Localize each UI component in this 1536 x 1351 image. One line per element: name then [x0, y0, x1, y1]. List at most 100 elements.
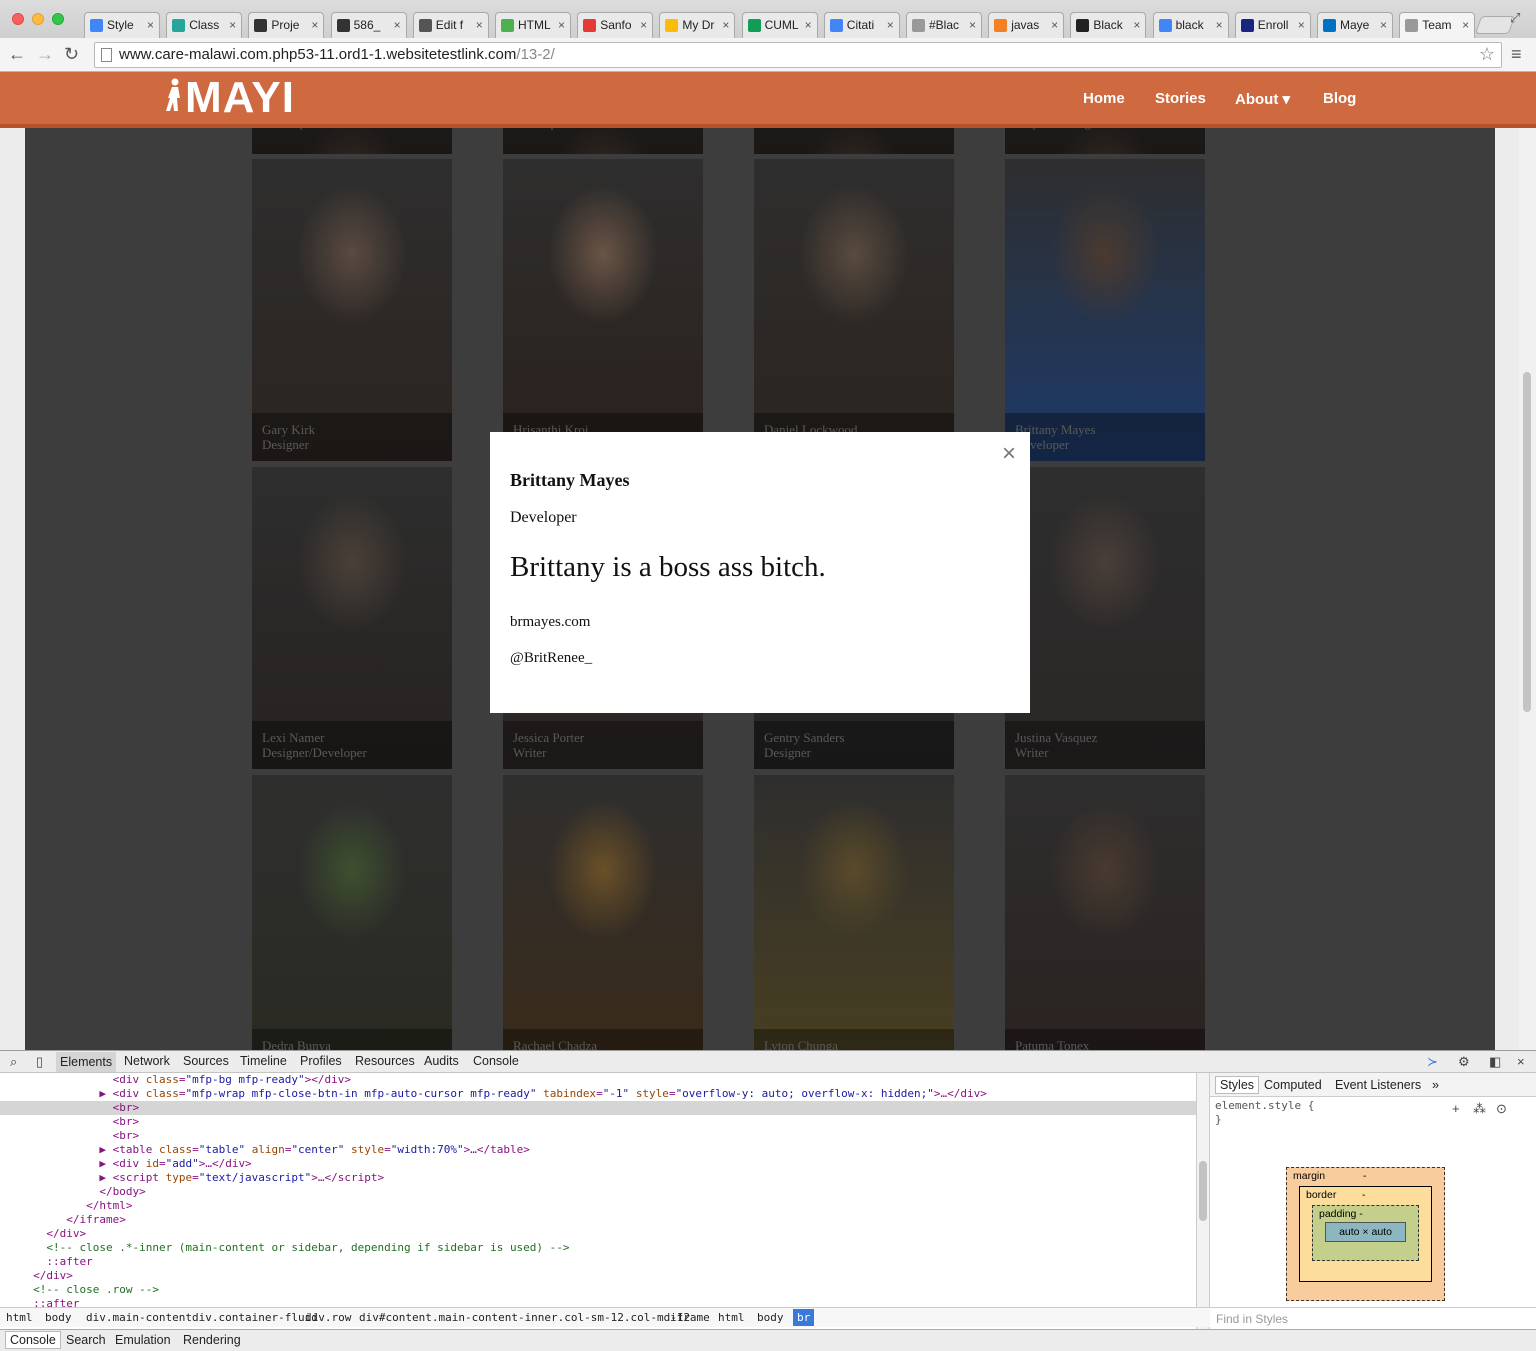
address-bar[interactable]: www.care-malawi.com.php53-11.ord1-1.webs… — [94, 42, 1502, 68]
team-card[interactable]: Justina Vasquez Writer — [1005, 467, 1205, 769]
team-card[interactable]: Lyton Chunga — [754, 775, 954, 1050]
modal-website-link[interactable]: brmayes.com — [510, 614, 1010, 631]
close-tab-icon[interactable]: × — [1133, 18, 1140, 32]
gear-icon[interactable]: ⚙ — [1458, 1054, 1470, 1070]
close-devtools-icon[interactable]: × — [1517, 1054, 1525, 1069]
breadcrumb-item[interactable]: html — [6, 1311, 33, 1324]
close-icon[interactable]: × — [1002, 440, 1016, 468]
find-in-styles-input[interactable]: Find in Styles — [1210, 1307, 1536, 1329]
dom-node[interactable]: ▶ <table class="table" align="center" st… — [0, 1143, 1196, 1157]
browser-tab[interactable]: Proje × — [248, 12, 325, 38]
dom-node[interactable]: </iframe> — [0, 1213, 1196, 1227]
close-tab-icon[interactable]: × — [1216, 18, 1223, 32]
close-tab-icon[interactable]: × — [1380, 18, 1387, 32]
team-card[interactable]: Dedra Bunya — [252, 775, 452, 1050]
nav-about[interactable]: About ▾ — [1235, 90, 1290, 108]
bookmark-star-icon[interactable]: ☆ — [1479, 44, 1495, 65]
nav-blog[interactable]: Blog — [1323, 90, 1356, 107]
dom-comment[interactable]: <!-- close .*-inner (main-content or sid… — [0, 1241, 1196, 1255]
tab-profiles[interactable]: Profiles — [300, 1054, 342, 1068]
zoom-window-button[interactable] — [52, 13, 64, 25]
drawer-tab-rendering[interactable]: Rendering — [183, 1333, 241, 1347]
breadcrumb-item[interactable]: div.main-content — [86, 1311, 192, 1324]
breadcrumb-item[interactable]: body — [757, 1311, 784, 1324]
console-drawer-icon[interactable]: ≻ — [1427, 1054, 1438, 1070]
browser-tab[interactable]: Sanfo × — [577, 12, 654, 38]
tab-network[interactable]: Network — [124, 1054, 170, 1068]
browser-tab[interactable]: Style × — [84, 12, 160, 38]
device-mode-icon[interactable]: ▯ — [36, 1054, 43, 1070]
tab-computed[interactable]: Computed — [1264, 1078, 1322, 1092]
tab-console[interactable]: Console — [473, 1054, 519, 1068]
dom-pseudo[interactable]: ::after — [0, 1255, 1196, 1269]
fullscreen-icon[interactable]: ⤢ — [1510, 10, 1520, 26]
tab-sources[interactable]: Sources — [183, 1054, 229, 1068]
more-tabs-icon[interactable]: » — [1432, 1078, 1439, 1092]
tab-event-listeners[interactable]: Event Listeners — [1335, 1078, 1421, 1092]
close-tab-icon[interactable]: × — [805, 18, 812, 32]
close-tab-icon[interactable]: × — [558, 18, 565, 32]
team-card[interactable]: Daniel LockwoodWriter — [754, 159, 954, 461]
drawer-tab-emulation[interactable]: Emulation — [115, 1333, 171, 1347]
browser-tab[interactable]: HTML × — [495, 12, 571, 38]
dom-node[interactable]: <br> — [0, 1101, 1196, 1115]
menu-icon[interactable]: ≡ — [1511, 44, 1522, 65]
browser-tab[interactable]: javas × — [988, 12, 1065, 38]
minimize-window-button[interactable] — [32, 13, 44, 25]
element-style-rule[interactable]: element.style {} — [1215, 1099, 1314, 1127]
browser-tab[interactable]: Enroll × — [1234, 12, 1311, 38]
team-card[interactable]: Gary Kirk Designer — [252, 159, 452, 461]
dom-node[interactable]: </body> — [0, 1185, 1196, 1199]
breadcrumb-item[interactable]: div#content.main-content-inner.col-sm-12… — [359, 1311, 690, 1324]
close-tab-icon[interactable]: × — [147, 18, 154, 32]
dom-comment[interactable]: <!-- close .row --> — [0, 1283, 1196, 1297]
breadcrumb-item[interactable]: br — [793, 1309, 815, 1326]
close-tab-icon[interactable]: × — [1462, 18, 1469, 32]
dom-node[interactable]: </div> — [0, 1227, 1196, 1241]
close-tab-icon[interactable]: × — [311, 18, 318, 32]
browser-tab[interactable]: 586_ × — [330, 12, 407, 38]
tab-resources[interactable]: Resources — [355, 1054, 415, 1068]
reload-icon[interactable]: ↻ — [64, 44, 79, 65]
team-card[interactable]: Hrisanthi KroiWriter — [503, 159, 703, 461]
team-card[interactable]: Patuma Tonex — [1005, 775, 1205, 1050]
add-rule-icon[interactable]: + — [1452, 1101, 1460, 1116]
forward-icon[interactable]: → — [36, 44, 54, 65]
close-tab-icon[interactable]: × — [969, 18, 976, 32]
browser-tab[interactable]: Class × — [166, 12, 243, 38]
close-tab-icon[interactable]: × — [722, 18, 729, 32]
team-card[interactable]: Brittany Mayes Developer — [1005, 159, 1205, 461]
breadcrumb-item[interactable]: div.row — [305, 1311, 351, 1324]
site-logo[interactable]: MAYI — [165, 76, 295, 120]
dom-node[interactable]: <br> — [0, 1115, 1196, 1129]
dom-node[interactable]: </div> — [0, 1269, 1196, 1283]
browser-tab[interactable]: black × — [1152, 12, 1229, 38]
browser-tab[interactable]: Black × — [1070, 12, 1147, 38]
tab-timeline[interactable]: Timeline — [240, 1054, 287, 1068]
nav-home[interactable]: Home — [1083, 90, 1125, 107]
team-card[interactable]: Rachael Chadza — [503, 775, 703, 1050]
close-tab-icon[interactable]: × — [476, 18, 483, 32]
inspect-search-icon[interactable]: ⌕ — [10, 1054, 17, 1070]
dom-node[interactable]: ▶ <script type="text/javascript">…</scri… — [0, 1171, 1196, 1185]
close-tab-icon[interactable]: × — [1051, 18, 1058, 32]
close-tab-icon[interactable]: × — [229, 18, 236, 32]
browser-tab[interactable]: CUML × — [741, 12, 818, 38]
drawer-tab-search[interactable]: Search — [66, 1333, 106, 1347]
close-tab-icon[interactable]: × — [640, 18, 647, 32]
breadcrumb-item[interactable]: div.container-fluid — [192, 1311, 318, 1324]
browser-tab[interactable]: Citati × — [823, 12, 900, 38]
page-scrollbar[interactable] — [1519, 128, 1536, 1050]
tab-elements[interactable]: Elements — [56, 1052, 117, 1072]
dock-icon[interactable]: ◧ — [1489, 1054, 1501, 1070]
breadcrumb-item[interactable]: body — [45, 1311, 72, 1324]
browser-tab[interactable]: Edit f × — [412, 12, 489, 38]
dom-node[interactable]: <div class="mfp-bg mfp-ready"></div> — [0, 1073, 1196, 1087]
close-window-button[interactable] — [12, 13, 24, 25]
breadcrumb-item[interactable]: iframe — [670, 1311, 710, 1324]
team-card[interactable]: Lexi Namer Designer/Developer — [252, 467, 452, 769]
dom-node[interactable]: <br> — [0, 1129, 1196, 1143]
dom-node[interactable]: ▶ <div id="add">…</div> — [0, 1157, 1196, 1171]
elements-scrollbar-thumb[interactable] — [1199, 1161, 1207, 1221]
breadcrumb-item[interactable]: html — [718, 1311, 745, 1324]
